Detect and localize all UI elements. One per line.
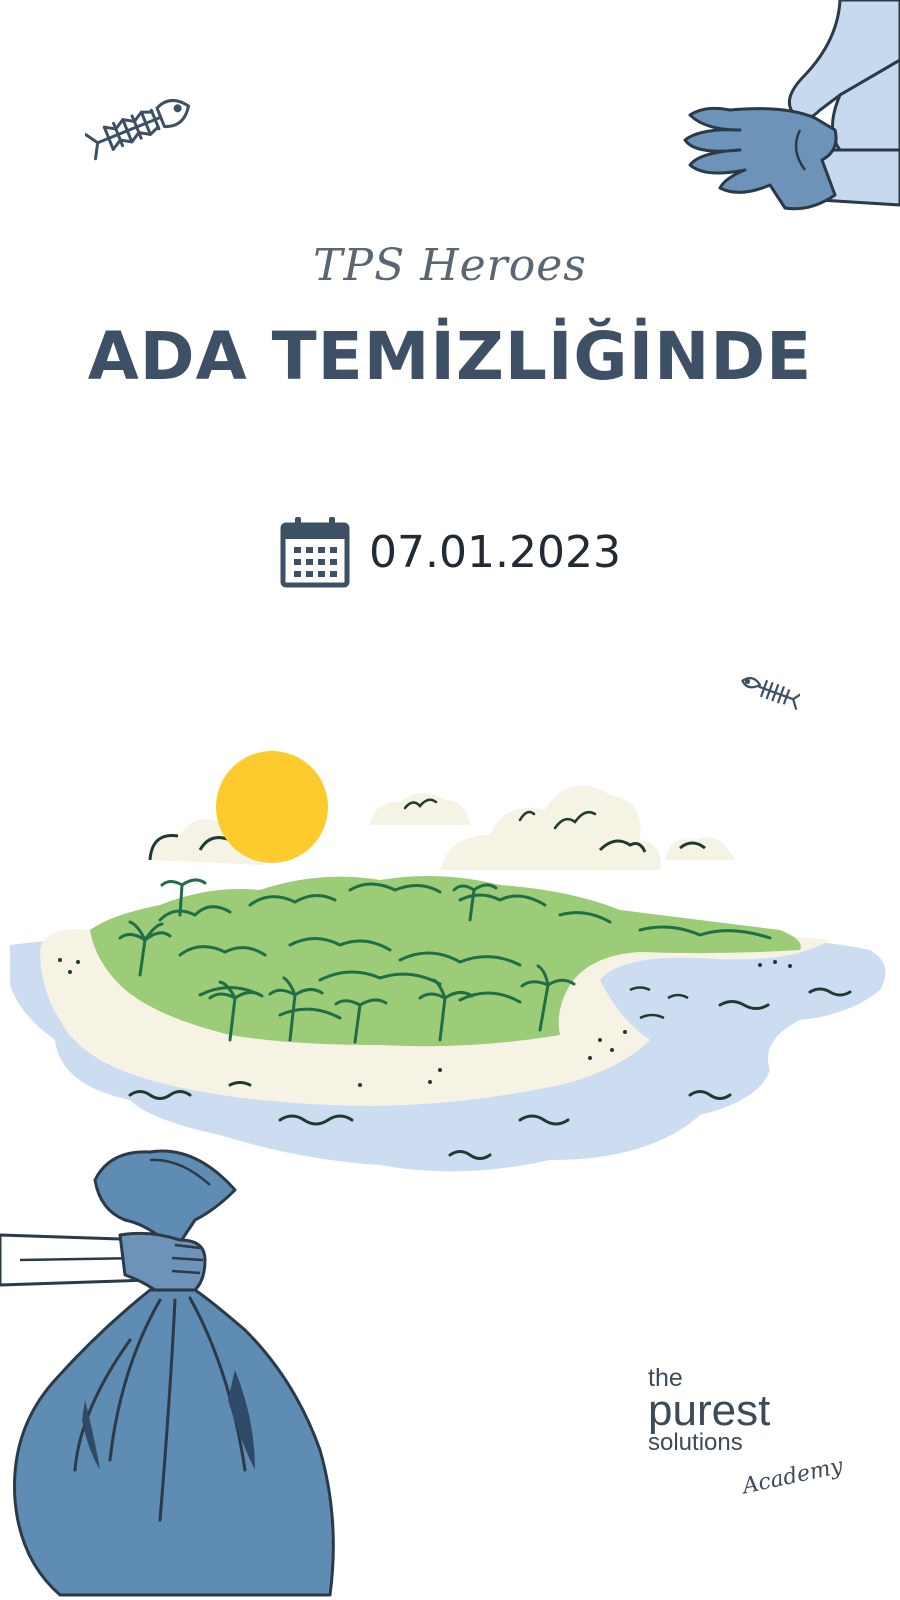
fish-bone-icon: [741, 677, 800, 710]
brand-academy: Academy: [740, 1453, 846, 1500]
event-date: 07.01.2023: [369, 526, 621, 578]
trash-bag-icon: [0, 1149, 335, 1597]
page-title: ADA TEMİZLİĞİNDE: [87, 318, 813, 395]
script-title: TPS Heroes: [313, 240, 587, 291]
calendar-icon: [280, 517, 350, 588]
cloud-icon: [665, 837, 735, 860]
island-illustration: [10, 751, 886, 1172]
sun-icon: [216, 751, 328, 863]
brand-logo: the purest solutions Academy: [648, 1366, 845, 1500]
cloud-icon: [370, 792, 470, 825]
glove-hand-icon: [683, 0, 900, 211]
fish-bone-icon: [85, 98, 191, 161]
date-row: 07.01.2023: [0, 515, 900, 589]
cloud-icon: [440, 785, 661, 870]
brand-purest: purest: [648, 1386, 771, 1435]
